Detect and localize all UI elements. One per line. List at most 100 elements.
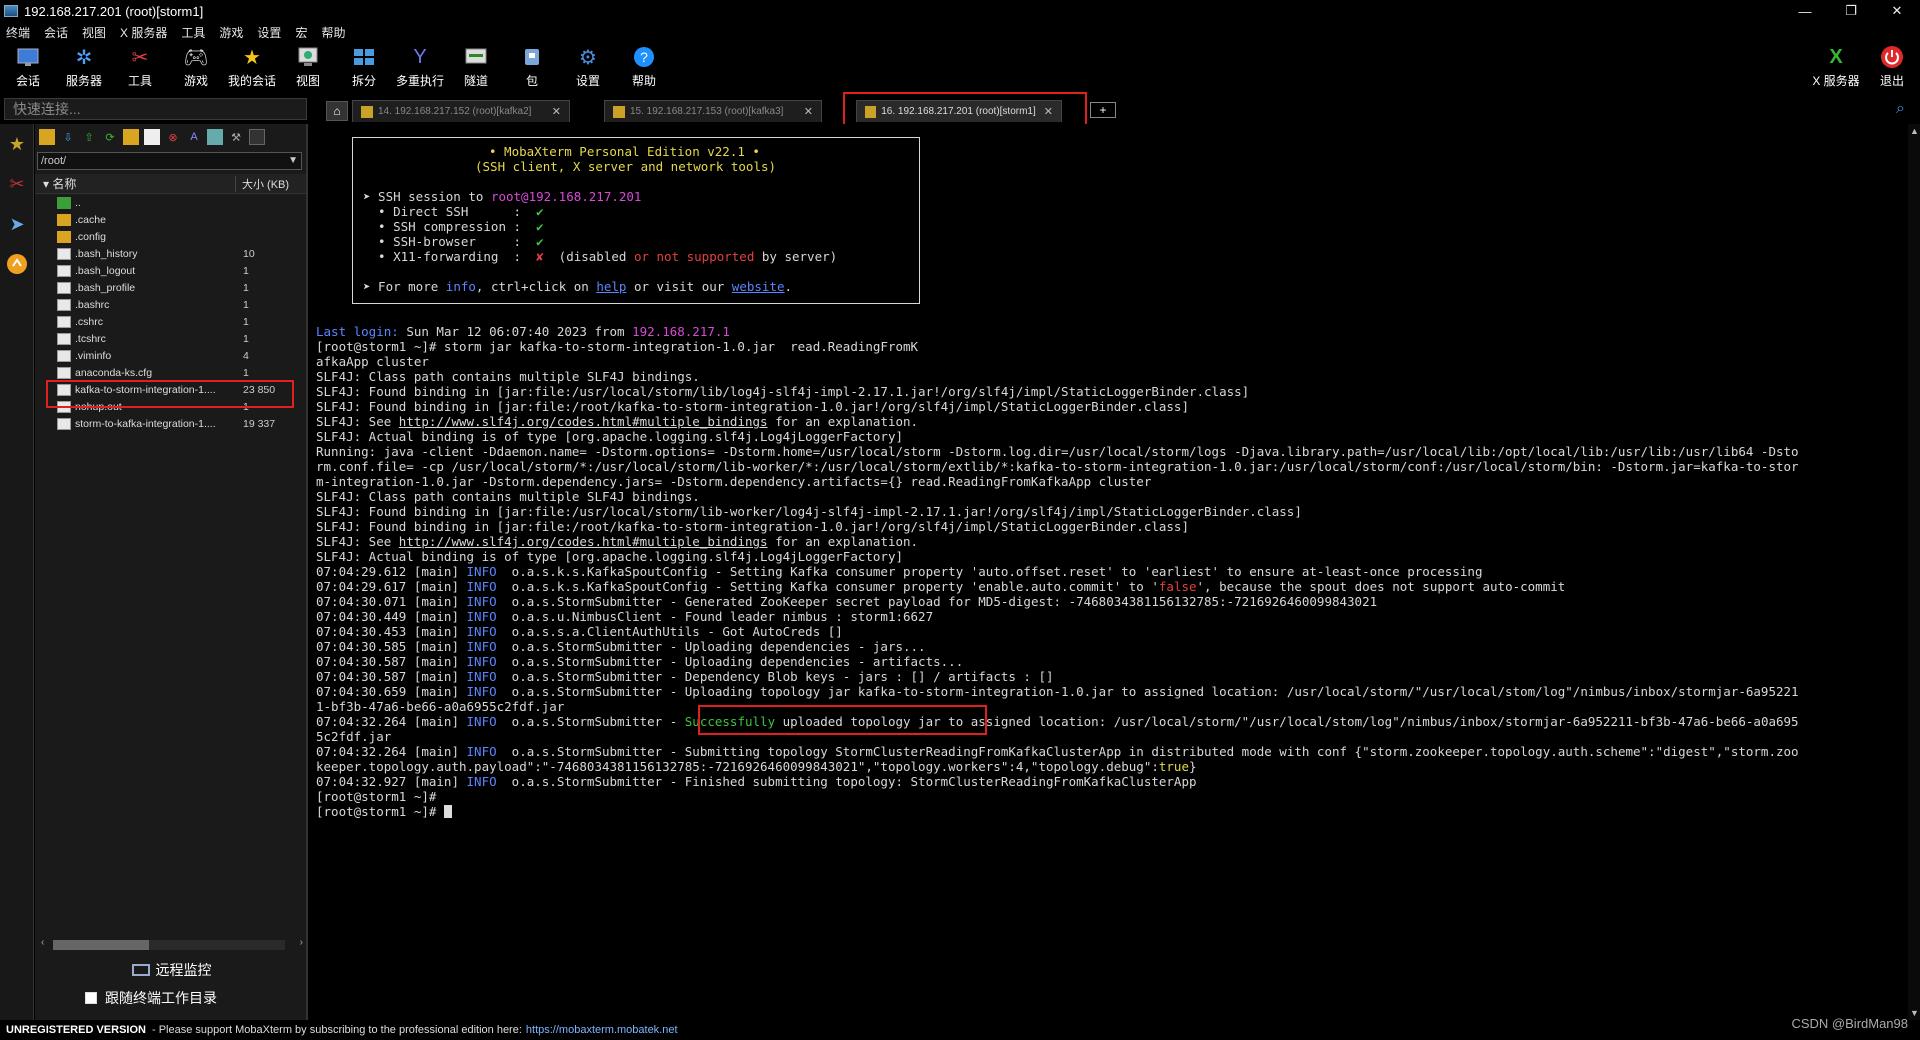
slf4j-link[interactable]: http://www.slf4j.org/codes.html#multiple… xyxy=(399,414,768,429)
terminal-output[interactable]: • MobaXterm Personal Edition v22.1 • (SS… xyxy=(312,124,1908,1020)
menu-settings[interactable]: 设置 xyxy=(257,24,281,41)
close-icon[interactable]: ✕ xyxy=(544,105,561,118)
folder-up-icon[interactable] xyxy=(39,129,55,145)
chevron-down-icon[interactable]: ▼ xyxy=(288,153,298,169)
file-list-header: ▾ 名称 大小 (KB) xyxy=(35,174,306,194)
view-button[interactable]: 视图 xyxy=(280,44,336,89)
tab-storm1[interactable]: 16. 192.168.217.201 (root)[storm1] ✕ xyxy=(856,100,1062,122)
list-item[interactable]: nohup.out 1 xyxy=(35,398,306,415)
menu-tools[interactable]: 工具 xyxy=(181,24,205,41)
list-item[interactable]: .config xyxy=(35,228,306,245)
file-toolbar: ⇩ ⇧ ⟳ ⊗ A ⚒ xyxy=(35,124,306,150)
slf4j-link[interactable]: http://www.slf4j.org/codes.html#multiple… xyxy=(399,534,768,549)
file-icon xyxy=(57,332,71,345)
xserver-button[interactable]: X X 服务器 xyxy=(1806,44,1866,89)
hidden-files-icon[interactable] xyxy=(249,129,265,145)
close-button[interactable]: ✕ xyxy=(1874,0,1920,22)
list-item[interactable]: kafka-to-storm-integration-1.... 23 850 xyxy=(35,381,306,398)
path-field[interactable]: /root/ ▼ xyxy=(37,152,302,170)
settings-button[interactable]: ⚙ 设置 xyxy=(560,44,616,89)
packages-button[interactable]: 包 xyxy=(504,44,560,89)
new-tab-icon[interactable]: + xyxy=(1090,102,1116,118)
menu-macros[interactable]: 宏 xyxy=(295,24,307,41)
menu-xserver[interactable]: X 服务器 xyxy=(120,24,167,41)
list-item[interactable]: .viminfo 4 xyxy=(35,347,306,364)
website-link[interactable]: website xyxy=(732,279,785,294)
remote-monitor-button[interactable]: 远程监控 xyxy=(35,960,308,980)
file-icon xyxy=(57,247,71,260)
list-item[interactable]: .cache xyxy=(35,211,306,228)
attach-icon[interactable]: ⌕ xyxy=(1896,100,1905,118)
new-folder-icon[interactable] xyxy=(123,129,139,145)
file-icon xyxy=(57,281,71,294)
column-name[interactable]: ▾ 名称 xyxy=(35,175,235,192)
menu-help[interactable]: 帮助 xyxy=(321,24,345,41)
minimize-button[interactable]: — xyxy=(1782,0,1828,22)
scroll-up-icon[interactable]: ▲ xyxy=(1910,126,1919,136)
tools-icon: ✂ xyxy=(131,46,149,69)
list-item[interactable]: .cshrc 1 xyxy=(35,313,306,330)
menu-games[interactable]: 游戏 xyxy=(219,24,243,41)
my-sessions-button[interactable]: ★ 我的会话 xyxy=(224,44,280,89)
terminal-sync-icon[interactable]: ⚒ xyxy=(228,129,244,145)
scroll-right-icon[interactable]: › xyxy=(300,937,303,948)
sftp-icon[interactable] xyxy=(0,244,34,284)
follow-terminal-checkbox[interactable]: 跟随终端工作目录 xyxy=(85,988,217,1008)
folder-icon xyxy=(57,213,71,226)
home-tab-icon[interactable]: ⌂ xyxy=(326,101,348,121)
tab-kafka3[interactable]: 15. 192.168.217.153 (root)[kafka3] ✕ xyxy=(604,100,822,122)
download-icon[interactable]: ⇩ xyxy=(60,129,76,145)
split-icon xyxy=(350,44,378,70)
close-icon[interactable]: ✕ xyxy=(796,105,813,118)
horizontal-scrollbar[interactable]: ‹ › xyxy=(41,937,303,951)
mobaxterm-link[interactable]: https://mobaxterm.mobatek.net xyxy=(526,1024,678,1036)
list-item[interactable]: anaconda-ks.cfg 1 xyxy=(35,364,306,381)
side-strip: ★ ✂ ➤ xyxy=(0,124,34,1020)
jar-file-icon xyxy=(57,383,71,396)
list-item[interactable]: .tcshrc 1 xyxy=(35,330,306,347)
session-button[interactable]: 会话 xyxy=(0,44,56,89)
split-button[interactable]: 拆分 xyxy=(336,44,392,89)
refresh-icon[interactable]: ⟳ xyxy=(102,129,118,145)
servers-icon: ✲ xyxy=(75,46,93,69)
rename-icon[interactable]: A xyxy=(186,129,202,145)
menu-sessions[interactable]: 会话 xyxy=(44,24,68,41)
exit-button[interactable]: 退出 xyxy=(1864,44,1920,89)
view-toggle-icon[interactable] xyxy=(207,129,223,145)
list-item[interactable]: .bash_profile 1 xyxy=(35,279,306,296)
upload-icon[interactable]: ⇧ xyxy=(81,129,97,145)
tools-icon[interactable]: ✂ xyxy=(0,164,34,204)
list-item[interactable]: .. xyxy=(35,194,306,211)
file-icon xyxy=(57,315,71,328)
scroll-down-icon[interactable]: ▼ xyxy=(1910,1008,1919,1018)
vertical-scrollbar[interactable]: ▲ ▼ xyxy=(1908,124,1920,1020)
file-list: .. .cache .config .bash_history 10 .bash_… xyxy=(35,194,306,432)
view-icon xyxy=(294,44,322,70)
close-icon[interactable]: ✕ xyxy=(1036,105,1053,118)
scroll-left-icon[interactable]: ‹ xyxy=(41,937,44,948)
star-icon[interactable]: ★ xyxy=(0,124,34,164)
tunnel-button[interactable]: 隧道 xyxy=(448,44,504,89)
games-button[interactable]: 🎮︎ 游戏 xyxy=(168,44,224,89)
help-icon: ? xyxy=(630,44,658,70)
list-item[interactable]: .bash_history 10 xyxy=(35,245,306,262)
help-button[interactable]: ? 帮助 xyxy=(616,44,672,89)
new-file-icon[interactable] xyxy=(144,129,160,145)
menu-terminal[interactable]: 终端 xyxy=(6,24,30,41)
tab-kafka2[interactable]: 14. 192.168.217.152 (root)[kafka2] ✕ xyxy=(352,100,570,122)
multiexec-button[interactable]: Y 多重执行 xyxy=(392,44,448,89)
list-item[interactable]: .bash_logout 1 xyxy=(35,262,306,279)
restore-button[interactable]: ❐ xyxy=(1828,0,1874,22)
help-link[interactable]: help xyxy=(596,279,626,294)
send-icon[interactable]: ➤ xyxy=(0,204,34,244)
list-item[interactable]: storm-to-kafka-integration-1.... 19 337 xyxy=(35,415,306,432)
list-item[interactable]: .bashrc 1 xyxy=(35,296,306,313)
delete-icon[interactable]: ⊗ xyxy=(165,129,181,145)
checkbox-icon[interactable] xyxy=(85,992,97,1004)
column-size[interactable]: 大小 (KB) xyxy=(235,175,289,192)
tools-button[interactable]: ✂ 工具 xyxy=(112,44,168,89)
servers-button[interactable]: ✲ 服务器 xyxy=(56,44,112,89)
scroll-thumb[interactable] xyxy=(53,940,149,950)
menu-view[interactable]: 视图 xyxy=(82,24,106,41)
quick-connect-input[interactable]: 快速连接... xyxy=(4,98,307,120)
